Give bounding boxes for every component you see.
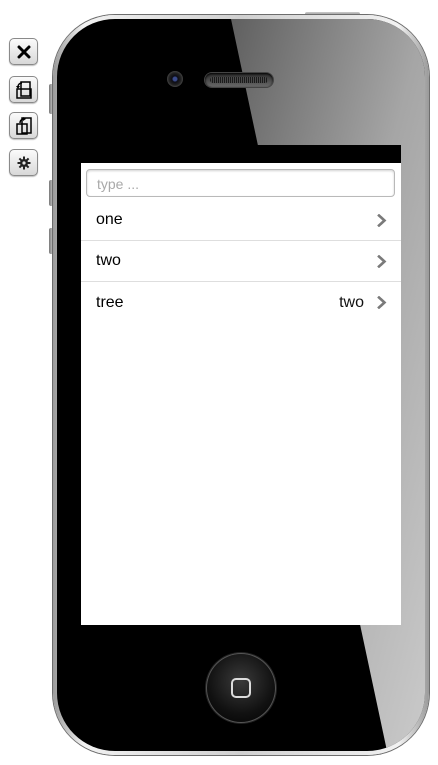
chevron-right-icon	[377, 214, 387, 227]
list-item[interactable]: one	[81, 200, 401, 241]
rotate-left-button[interactable]	[9, 76, 38, 103]
list-item-detail: two	[339, 293, 364, 311]
list-item-label: two	[96, 252, 121, 269]
list-item-label: one	[96, 211, 123, 228]
rotate-right-icon	[15, 116, 32, 135]
app-view: one two tree two	[81, 163, 401, 625]
home-square-icon	[231, 678, 251, 698]
chevron-right-icon	[377, 255, 387, 268]
status-bar	[77, 145, 401, 163]
gear-icon	[17, 156, 30, 169]
device-screen: one two tree two	[77, 145, 401, 625]
list-item[interactable]: tree two	[81, 282, 401, 323]
close-icon	[17, 45, 30, 58]
rotate-right-button[interactable]	[9, 112, 38, 139]
earpiece-speaker	[205, 73, 273, 87]
search-input[interactable]	[86, 169, 395, 197]
list-item-label: tree	[96, 293, 124, 311]
settings-button[interactable]	[9, 149, 38, 176]
home-button[interactable]	[206, 653, 276, 723]
list-item[interactable]: two	[81, 241, 401, 282]
rotate-left-icon	[15, 80, 32, 99]
search-bar	[86, 169, 395, 197]
simulator-stage: one two tree two	[0, 0, 438, 765]
front-camera	[167, 71, 183, 87]
close-button[interactable]	[9, 38, 38, 65]
chevron-right-icon	[377, 296, 387, 309]
table-view: one two tree two	[81, 200, 401, 323]
